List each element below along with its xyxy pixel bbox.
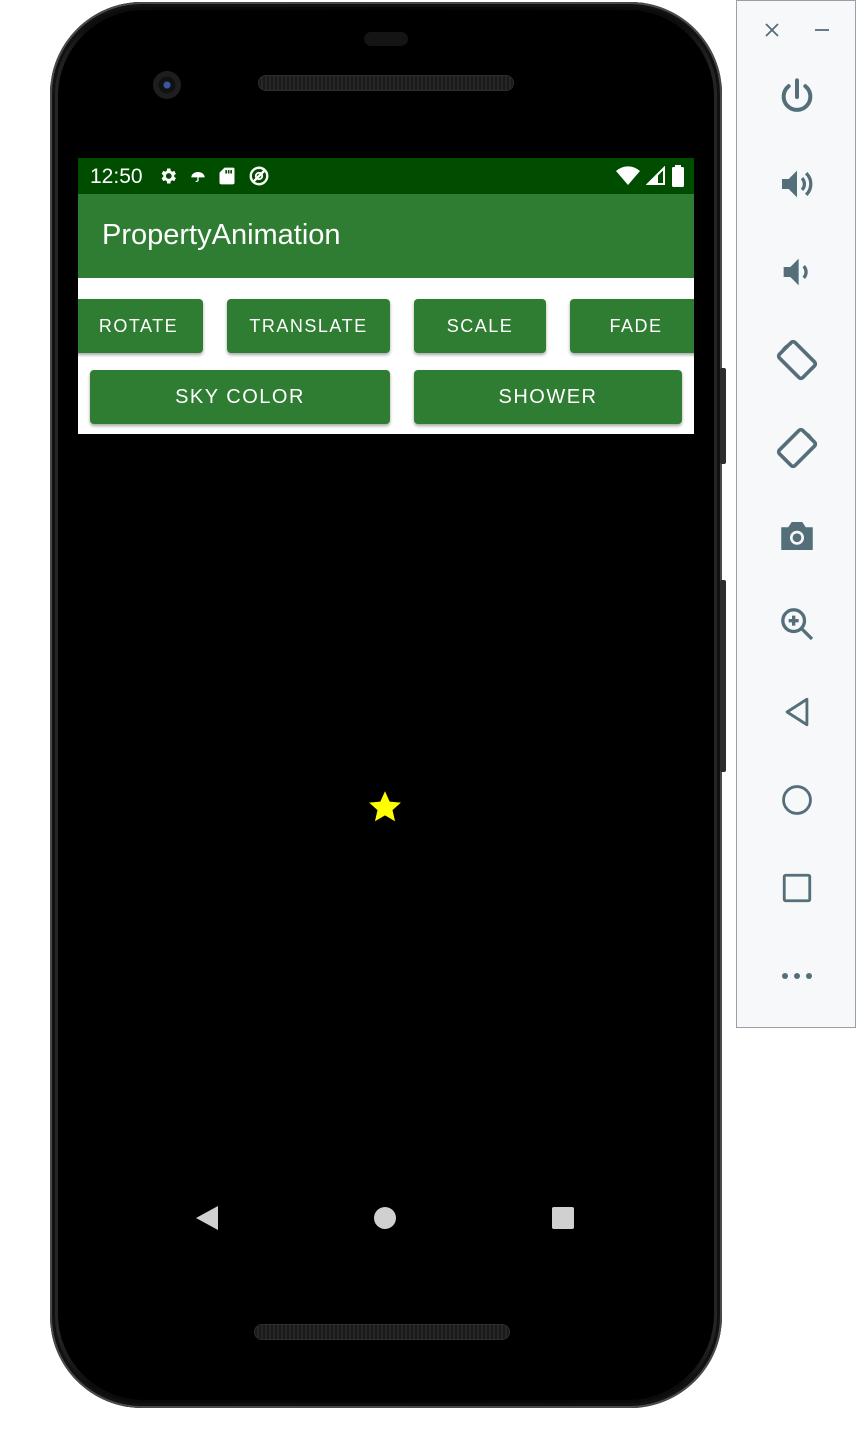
close-icon xyxy=(765,23,779,37)
volume-up-button[interactable] xyxy=(767,154,827,214)
rotate-right-icon xyxy=(776,427,818,469)
camera-icon xyxy=(781,522,813,550)
power-button[interactable] xyxy=(767,67,827,127)
rotate-left-icon xyxy=(776,339,818,381)
zoom-button[interactable] xyxy=(767,594,827,654)
sd-card-icon xyxy=(219,167,235,185)
rotate-button[interactable]: ROTATE xyxy=(78,299,203,353)
battery-icon xyxy=(672,165,684,187)
phone-earpiece xyxy=(364,32,408,46)
rotate-right-button[interactable] xyxy=(767,418,827,478)
scale-button[interactable]: SCALE xyxy=(414,299,546,353)
app-title: PropertyAnimation xyxy=(102,219,341,251)
minimize-icon xyxy=(815,29,829,31)
sky-color-button[interactable]: SKY COLOR xyxy=(90,370,390,424)
emulator-back-button[interactable] xyxy=(767,682,827,742)
rotate-left-button[interactable] xyxy=(767,330,827,390)
front-camera xyxy=(153,71,181,99)
home-icon[interactable] xyxy=(373,1206,397,1230)
status-time: 12:50 xyxy=(90,165,143,188)
settings-icon xyxy=(161,168,176,184)
home-circle-icon xyxy=(782,785,812,815)
phone-side-button-volume xyxy=(720,580,726,772)
star-icon xyxy=(369,791,401,822)
volume-down-icon xyxy=(783,258,808,286)
translate-button[interactable]: TRANSLATE xyxy=(227,299,390,353)
more-button[interactable] xyxy=(767,946,827,1006)
top-speaker-grille xyxy=(258,75,514,91)
volume-down-button[interactable] xyxy=(767,242,827,302)
signal-icon xyxy=(646,166,665,185)
status-bar: 12:50 xyxy=(78,158,694,194)
device-screen: 12:50 PropertyAnimation ROTATE TRANSLATE… xyxy=(78,158,694,1258)
data-saver-icon xyxy=(249,166,269,186)
emulator-overview-button[interactable] xyxy=(767,858,827,918)
emulator-home-button[interactable] xyxy=(767,770,827,830)
more-horizontal-icon xyxy=(782,973,812,979)
phone-side-button-power xyxy=(720,368,726,464)
overview-square-icon xyxy=(782,873,812,903)
zoom-in-icon xyxy=(781,608,814,641)
control-panel: ROTATE TRANSLATE SCALE FADE SKY COLOR SH… xyxy=(78,278,694,434)
status-icons-left xyxy=(158,164,270,188)
minimize-button[interactable] xyxy=(807,15,837,45)
volume-up-icon xyxy=(782,170,813,198)
recents-icon[interactable] xyxy=(551,1206,575,1230)
screenshot-button[interactable] xyxy=(767,506,827,566)
umbrella-icon xyxy=(191,172,205,182)
fade-button[interactable]: FADE xyxy=(570,299,694,353)
back-triangle-icon xyxy=(785,697,809,727)
bottom-speaker-grille xyxy=(254,1324,510,1340)
power-icon xyxy=(781,78,813,112)
emulator-toolbar xyxy=(736,0,856,1028)
back-icon[interactable] xyxy=(194,1204,220,1232)
close-button[interactable] xyxy=(757,15,787,45)
app-bar: PropertyAnimation xyxy=(78,194,694,278)
shower-button[interactable]: SHOWER xyxy=(414,370,682,424)
wifi-icon xyxy=(616,166,640,185)
status-icons-right xyxy=(616,164,684,188)
